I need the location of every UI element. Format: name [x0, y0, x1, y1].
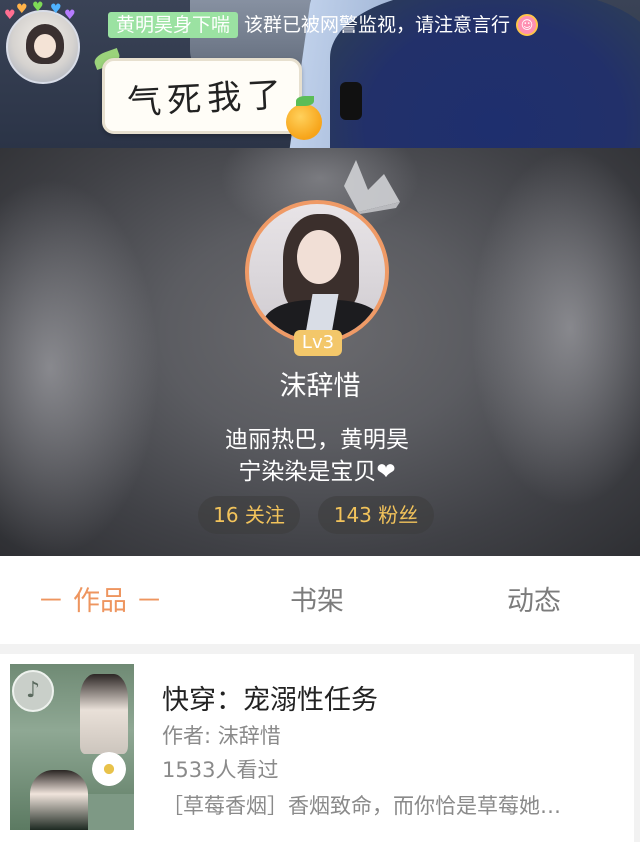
group-notice: 黄明昊身下喘 该群已被网警监视，请注意言行 ☺ — [108, 12, 539, 38]
sticker-text: 气死我了 — [126, 74, 289, 124]
tab-activity[interactable]: 动态 — [434, 556, 634, 644]
hearts-decoration-icon: ♥ ♥ ♥ ♥ ♥ — [4, 0, 76, 23]
avatar-face — [297, 230, 341, 284]
user-avatar[interactable] — [245, 200, 389, 344]
book-cover-image[interactable]: ♪ — [10, 664, 134, 830]
cover-figure — [30, 770, 88, 830]
banner-background-lapel-mic — [340, 82, 362, 120]
crown-icon — [344, 160, 400, 214]
smiley-icon: ☺ — [516, 14, 539, 36]
orange-icon — [286, 96, 322, 140]
notice-text: 该群已被网警监视，请注意言行 — [244, 14, 511, 36]
following-count-button[interactable]: 16 关注 — [198, 496, 300, 534]
user-bio-line2: 宁染染是宝贝❤ — [238, 459, 396, 485]
book-author: 作者: 沫辞惜 — [162, 724, 281, 748]
group-banner: ♥ ♥ ♥ ♥ ♥ 黄明昊身下喘 该群已被网警监视，请注意言行 ☺ 气死我了 — [0, 0, 640, 148]
profile-header: Lv3 沫辞惜 迪丽热巴，黄明昊 宁染染是宝贝❤ 16 关注 143 粉丝 — [0, 148, 640, 556]
book-card[interactable]: ♪ 快穿：宠溺性任务 作者: 沫辞惜 1533人看过 ［草莓香烟］香烟致命，而你… — [0, 654, 634, 842]
group-tag: 黄明昊身下喘 — [108, 12, 239, 38]
music-disc-icon: ♪ — [12, 670, 54, 712]
flower-icon — [92, 752, 126, 786]
level-badge: Lv3 — [294, 330, 342, 356]
book-title[interactable]: 快穿：宠溺性任务 — [162, 678, 378, 717]
user-bio-line1: 迪丽热巴，黄明昊 — [225, 427, 409, 453]
tab-works[interactable]: － 作品 － — [0, 556, 200, 644]
avatar-face — [34, 34, 56, 58]
book-description: ［草莓香烟］香烟致命，而你恰是草莓她… — [162, 794, 561, 818]
tab-bookshelf[interactable]: 书架 — [217, 556, 417, 644]
book-views: 1533人看过 — [162, 758, 279, 782]
profile-tabs: － 作品 － 书架 动态 — [0, 556, 640, 644]
sticker-bubble: 气死我了 — [102, 58, 302, 134]
cover-figure — [80, 674, 128, 754]
followers-count-button[interactable]: 143 粉丝 — [318, 496, 434, 534]
user-nickname: 沫辞惜 — [279, 371, 361, 402]
